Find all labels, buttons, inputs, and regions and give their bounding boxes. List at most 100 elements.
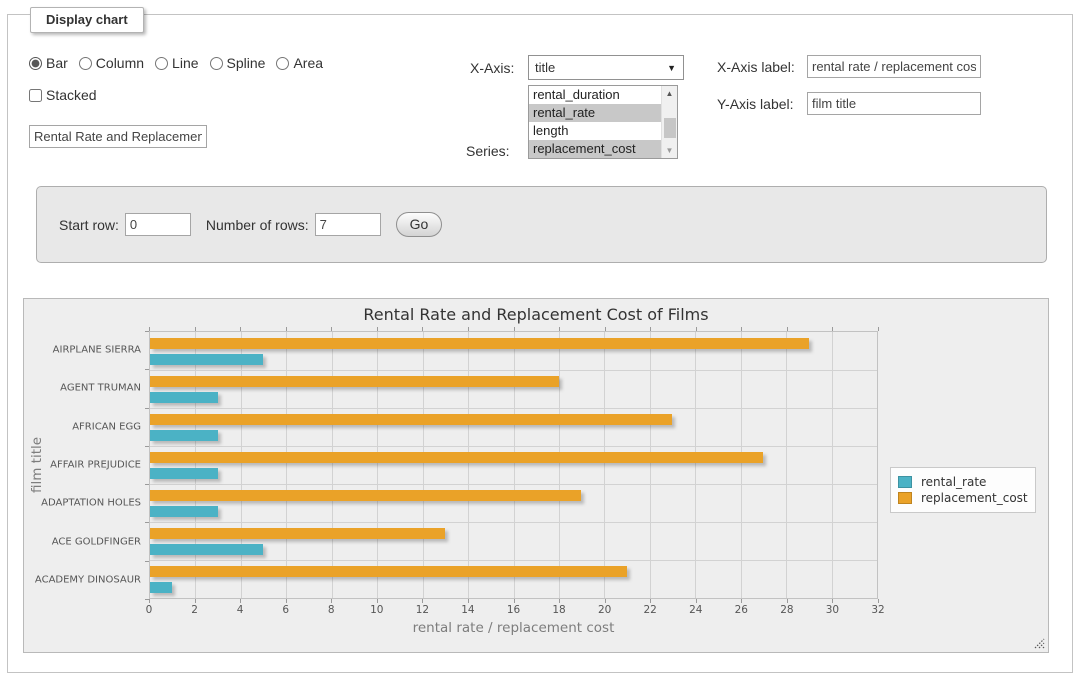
series-list-label: Series: — [466, 143, 510, 159]
x-tick-mark — [240, 599, 241, 603]
category-row — [150, 370, 877, 408]
scroll-down-icon[interactable]: ▼ — [662, 143, 677, 158]
x-tick-mark — [149, 327, 150, 331]
chart-type-column: Column — [79, 55, 144, 71]
scroll-up-icon[interactable]: ▲ — [662, 86, 677, 101]
x-tick-mark — [286, 599, 287, 603]
chart-type-radio-line[interactable] — [155, 57, 168, 70]
x-axis-select-label: X-Axis: — [470, 60, 514, 76]
x-tick-label: 24 — [689, 604, 702, 616]
category-row — [150, 484, 877, 522]
x-tick-label: 22 — [644, 604, 657, 616]
category-row — [150, 332, 877, 370]
x-tick-label: 14 — [461, 604, 474, 616]
x-tick-mark — [514, 327, 515, 331]
chart-title-input[interactable] — [29, 125, 207, 148]
x-tick-mark — [787, 599, 788, 603]
category-label: ACADEMY DINOSAUR — [24, 574, 141, 585]
x-axis-label-input[interactable] — [807, 55, 981, 78]
y-tick-mark — [145, 561, 149, 562]
x-tick-mark — [240, 327, 241, 331]
x-tick-label: 20 — [598, 604, 611, 616]
x-tick-label: 30 — [826, 604, 839, 616]
chart-legend: rental_rate replacement_cost — [890, 467, 1036, 513]
x-tick-mark — [377, 599, 378, 603]
bar-replacement_cost — [150, 376, 559, 387]
x-tick-mark — [741, 599, 742, 603]
x-tick-mark — [195, 599, 196, 603]
start-row-input[interactable] — [125, 213, 191, 236]
legend-item-replacement_cost: replacement_cost — [898, 491, 1028, 505]
x-axis-label-label: X-Axis label: — [717, 59, 795, 75]
y-tick-mark — [145, 484, 149, 485]
series-option-rental_duration[interactable]: rental_duration — [529, 86, 661, 104]
series-listbox[interactable]: rental_durationrental_ratelengthreplacem… — [528, 85, 678, 159]
x-tick-mark — [559, 327, 560, 331]
plot-area — [149, 331, 878, 599]
bar-rental_rate — [150, 506, 218, 517]
bar-replacement_cost — [150, 338, 809, 349]
chart-type-line: Line — [155, 55, 198, 71]
bar-replacement_cost — [150, 528, 445, 539]
x-tick-label: 26 — [735, 604, 748, 616]
category-label: AGENT TRUMAN — [24, 383, 141, 394]
x-tick-label: 28 — [780, 604, 793, 616]
category-row — [150, 446, 877, 484]
x-axis-select[interactable]: title ▼ — [528, 55, 684, 80]
chart-type-label: Line — [172, 55, 198, 71]
stacked-row: Stacked — [29, 87, 97, 103]
y-tick-mark — [145, 408, 149, 409]
x-tick-mark — [605, 327, 606, 331]
chart-type-radio-spline[interactable] — [210, 57, 223, 70]
chart-type-radio-area[interactable] — [276, 57, 289, 70]
y-axis-label-input[interactable] — [807, 92, 981, 115]
x-tick-label: 12 — [416, 604, 429, 616]
chart-type-label: Column — [96, 55, 144, 71]
x-tick-mark — [468, 327, 469, 331]
x-tick-mark — [468, 599, 469, 603]
x-tick-mark — [878, 327, 879, 331]
y-tick-mark — [145, 446, 149, 447]
x-tick-mark — [331, 599, 332, 603]
x-tick-mark — [514, 599, 515, 603]
category-label: ADAPTATION HOLES — [24, 498, 141, 509]
bar-rental_rate — [150, 544, 263, 555]
legend-swatch-icon — [898, 476, 912, 488]
chevron-down-icon: ▼ — [667, 63, 676, 73]
legend-item-rental_rate: rental_rate — [898, 475, 1028, 489]
chart-type-radio-column[interactable] — [79, 57, 92, 70]
x-tick-mark — [422, 599, 423, 603]
series-option-replacement_cost[interactable]: replacement_cost — [529, 140, 661, 158]
x-axis-title: rental rate / replacement cost — [149, 620, 878, 636]
chart-type-label: Spline — [227, 55, 266, 71]
category-label: AIRPLANE SIERRA — [24, 345, 141, 356]
category-label: ACE GOLDFINGER — [24, 536, 141, 547]
num-rows-input[interactable] — [315, 213, 381, 236]
bar-rental_rate — [150, 354, 263, 365]
series-option-rental_rate[interactable]: rental_rate — [529, 104, 661, 122]
chart-type-spline: Spline — [210, 55, 266, 71]
x-tick-label: 4 — [237, 604, 244, 616]
x-tick-label: 8 — [328, 604, 335, 616]
x-tick-mark — [696, 599, 697, 603]
legend-label: rental_rate — [912, 475, 986, 489]
scrollbar-thumb[interactable] — [664, 118, 676, 138]
bar-replacement_cost — [150, 490, 581, 501]
x-axis-selected-value: title — [535, 60, 555, 75]
x-tick-mark — [696, 327, 697, 331]
resize-grip-icon[interactable] — [1033, 637, 1045, 649]
x-tick-mark — [422, 327, 423, 331]
series-scrollbar[interactable]: ▲ ▼ — [661, 86, 677, 158]
y-axis-label-label: Y-Axis label: — [717, 96, 794, 112]
x-tick-mark — [377, 327, 378, 331]
x-tick-mark — [149, 599, 150, 603]
go-button[interactable]: Go — [396, 212, 443, 237]
category-label: AFRICAN EGG — [24, 421, 141, 432]
y-tick-mark — [145, 331, 149, 332]
series-option-length[interactable]: length — [529, 122, 661, 140]
x-tick-mark — [195, 327, 196, 331]
chart-type-radio-bar[interactable] — [29, 57, 42, 70]
legend-label: replacement_cost — [912, 491, 1028, 505]
legend-swatch-icon — [898, 492, 912, 504]
stacked-checkbox[interactable] — [29, 89, 42, 102]
